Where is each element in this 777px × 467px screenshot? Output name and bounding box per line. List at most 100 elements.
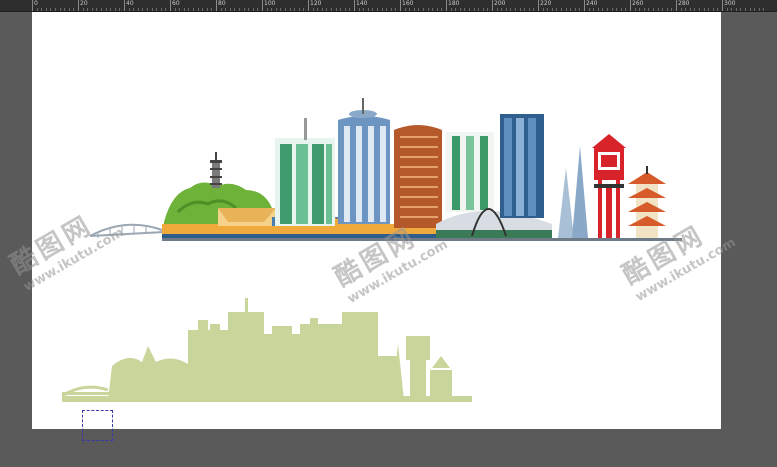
ruler-minor-tick xyxy=(754,8,756,11)
ruler-minor-tick xyxy=(487,8,489,11)
silhouette-skyline-group[interactable] xyxy=(61,298,472,402)
ruler-minor-tick xyxy=(556,8,558,11)
green-glass-tower xyxy=(275,118,335,226)
ruler-minor-tick xyxy=(436,8,438,11)
ruler-major-tick xyxy=(170,0,171,11)
ruler-minor-tick xyxy=(565,8,567,11)
ruler-minor-tick xyxy=(528,8,530,11)
ruler-minor-tick xyxy=(220,8,222,11)
ruler-label: 40 xyxy=(126,0,134,7)
ruler-minor-tick xyxy=(275,8,277,11)
ruler-minor-tick xyxy=(441,8,443,11)
ruler-minor-tick xyxy=(344,8,346,11)
ruler-minor-tick xyxy=(160,8,162,11)
ruler-minor-tick xyxy=(271,8,273,11)
artboard-canvas[interactable]: 酷图网 www.ikutu.com 酷图网 www.ikutu.com 酷图网 … xyxy=(6,12,739,429)
ruler-minor-tick xyxy=(496,8,498,11)
blue-curved-tower xyxy=(338,98,390,224)
ruler-minor-tick xyxy=(680,8,682,11)
ruler-minor-tick xyxy=(726,8,728,11)
ruler-minor-tick xyxy=(280,8,282,11)
ruler-minor-tick xyxy=(478,8,480,11)
ruler-minor-tick xyxy=(459,8,461,11)
ruler-minor-tick xyxy=(634,8,636,11)
skyline-artwork[interactable] xyxy=(32,12,721,429)
ruler-minor-tick xyxy=(165,8,167,11)
ruler-minor-tick xyxy=(662,8,664,11)
ruler-minor-tick xyxy=(363,8,365,11)
ruler-minor-tick xyxy=(331,8,332,11)
ruler-minor-tick xyxy=(206,8,208,11)
ruler-label: 0 xyxy=(34,0,38,7)
ruler-minor-tick xyxy=(542,8,544,11)
ruler-minor-tick xyxy=(142,8,144,11)
ruler-minor-tick xyxy=(59,8,61,11)
ruler-minor-tick xyxy=(643,8,645,11)
ruler-minor-tick xyxy=(147,8,148,11)
ruler-minor-tick xyxy=(193,8,194,11)
ruler-minor-tick xyxy=(317,8,319,11)
ruler-minor-tick xyxy=(266,8,268,11)
ruler-minor-tick xyxy=(455,8,457,11)
ruler-minor-tick xyxy=(763,8,765,11)
ruler-minor-tick xyxy=(666,8,668,11)
ruler-minor-tick xyxy=(593,8,595,11)
color-skyline-group[interactable] xyxy=(89,98,682,241)
ruler-minor-tick xyxy=(390,8,392,11)
copper-tower xyxy=(394,125,442,228)
ruler-major-tick xyxy=(722,0,723,11)
ruler-minor-tick xyxy=(597,8,599,11)
ground-line xyxy=(162,238,682,241)
ruler-minor-tick xyxy=(712,8,714,11)
ruler-minor-tick xyxy=(423,8,424,11)
ruler-minor-tick xyxy=(64,8,66,11)
ruler-minor-tick xyxy=(616,8,618,11)
ruler-major-tick xyxy=(216,0,217,11)
ruler-minor-tick xyxy=(68,8,70,11)
ruler-minor-tick xyxy=(119,8,121,11)
ruler-minor-tick xyxy=(252,8,254,11)
ruler-minor-tick xyxy=(188,8,190,11)
arch-bridge xyxy=(89,223,165,238)
ruler-major-tick xyxy=(630,0,631,11)
ruler-minor-tick xyxy=(372,8,374,11)
ruler-minor-tick xyxy=(229,8,231,11)
ruler-label: 280 xyxy=(678,0,690,7)
ruler-minor-tick xyxy=(570,8,572,11)
ruler-major-tick xyxy=(400,0,401,11)
ruler-minor-tick xyxy=(413,8,415,11)
ruler-major-tick xyxy=(676,0,677,11)
ruler-minor-tick xyxy=(101,8,102,11)
ruler-minor-tick xyxy=(312,8,314,11)
ruler-minor-tick xyxy=(607,8,608,11)
ruler-minor-tick xyxy=(294,8,296,11)
ruler-minor-tick xyxy=(174,8,176,11)
ruler-minor-tick xyxy=(239,8,240,11)
ruler-minor-tick xyxy=(358,8,360,11)
ruler-minor-tick xyxy=(758,8,760,11)
selection-marquee[interactable] xyxy=(82,410,113,441)
ruler-minor-tick xyxy=(197,8,199,11)
ruler-minor-tick xyxy=(689,8,691,11)
ruler-minor-tick xyxy=(105,8,107,11)
ruler-minor-tick xyxy=(41,8,43,11)
ruler-minor-tick xyxy=(82,8,84,11)
ruler-minor-tick xyxy=(473,8,475,11)
ruler-label: 300 xyxy=(724,0,736,7)
ruler-minor-tick xyxy=(151,8,153,11)
ruler-minor-tick xyxy=(298,8,300,11)
ruler-minor-tick xyxy=(289,8,291,11)
ruler-minor-tick xyxy=(36,8,38,11)
ruler-minor-tick xyxy=(243,8,245,11)
ruler-minor-tick xyxy=(340,8,342,11)
ruler-major-tick xyxy=(32,0,33,11)
ruler-minor-tick xyxy=(501,8,503,11)
ruler-major-tick xyxy=(308,0,309,11)
ruler-minor-tick xyxy=(179,8,181,11)
ruler-label: 240 xyxy=(586,0,598,7)
ruler-label: 160 xyxy=(402,0,414,7)
ruler-minor-tick xyxy=(574,8,576,11)
ruler-minor-tick xyxy=(717,8,719,11)
horizontal-ruler[interactable]: 0 20 40 60 80 100 120 140 160 180 200 220 240 260 280 3… xyxy=(0,0,777,12)
ruler-minor-tick xyxy=(386,8,388,11)
